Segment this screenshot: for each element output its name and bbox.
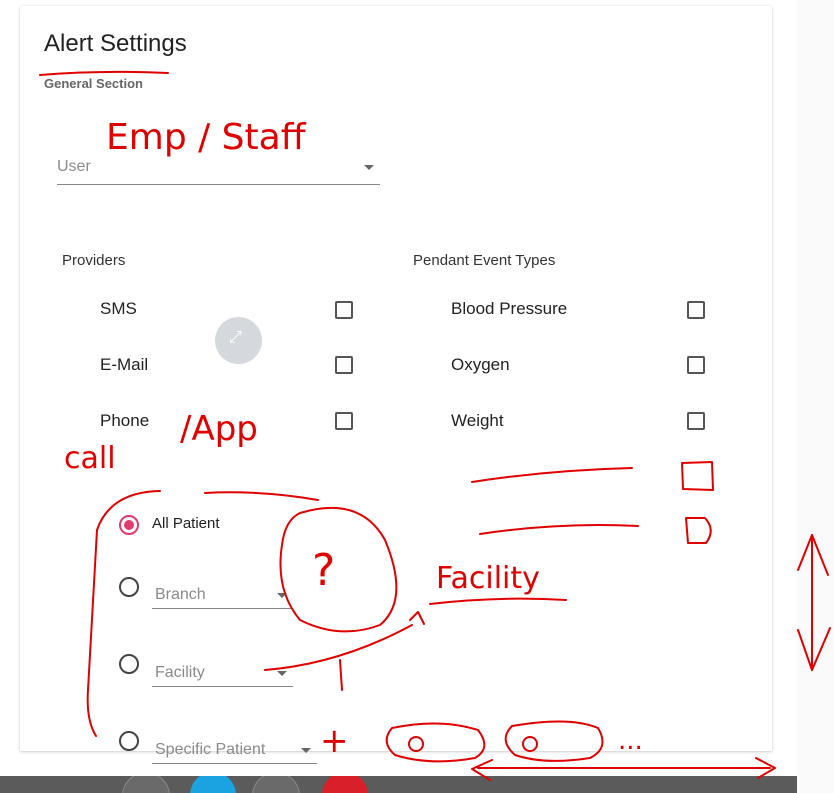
event-label-blood-pressure: Blood Pressure [451, 299, 568, 318]
toolbar-button-3[interactable] [252, 776, 300, 793]
provider-label-phone: Phone [100, 411, 150, 430]
page-title: Alert Settings [44, 30, 187, 57]
user-select-placeholder: User [57, 158, 91, 175]
expand-icon: ⤢ [229, 329, 242, 346]
user-select[interactable]: User [57, 150, 380, 185]
sketch-arrow-head [755, 757, 776, 779]
event-checkbox-weight[interactable] [687, 412, 705, 430]
chevron-down-icon [277, 593, 287, 598]
expand-button[interactable]: ⤢ [215, 317, 262, 364]
facility-select[interactable]: Facility [152, 658, 293, 687]
provider-checkbox-phone[interactable] [335, 412, 353, 430]
radio-specific-patient[interactable] [119, 731, 139, 751]
specific-patient-select-placeholder: Specific Patient [155, 741, 266, 758]
chevron-down-icon [277, 671, 287, 676]
section-label: General Section [44, 76, 143, 91]
toolbar-button-2[interactable] [190, 776, 236, 793]
bottom-toolbar [0, 776, 797, 793]
branch-select[interactable]: Branch [152, 580, 293, 609]
event-label-weight: Weight [451, 411, 504, 430]
toolbar-button-1[interactable] [122, 776, 170, 793]
radio-all-patient[interactable] [119, 515, 139, 535]
provider-label-sms: SMS [100, 299, 137, 318]
radio-label-all-patient: All Patient [152, 515, 220, 532]
radio-branch[interactable] [119, 577, 139, 597]
facility-select-placeholder: Facility [155, 664, 205, 681]
toolbar-button-4[interactable] [322, 776, 368, 793]
right-gutter [797, 0, 834, 793]
provider-checkbox-email[interactable] [335, 356, 353, 374]
chevron-down-icon [364, 165, 374, 170]
specific-patient-select[interactable]: Specific Patient [152, 735, 317, 764]
branch-select-placeholder: Branch [155, 586, 206, 603]
provider-checkbox-sms[interactable] [335, 301, 353, 319]
providers-title: Providers [62, 252, 126, 269]
event-checkbox-blood-pressure[interactable] [687, 301, 705, 319]
event-checkbox-oxygen[interactable] [687, 356, 705, 374]
radio-facility[interactable] [119, 654, 139, 674]
alert-settings-card [20, 6, 772, 751]
event-label-oxygen: Oxygen [451, 355, 510, 374]
provider-label-email: E-Mail [100, 355, 149, 374]
pendant-event-types-title: Pendant Event Types [413, 252, 556, 269]
chevron-down-icon [301, 748, 311, 753]
